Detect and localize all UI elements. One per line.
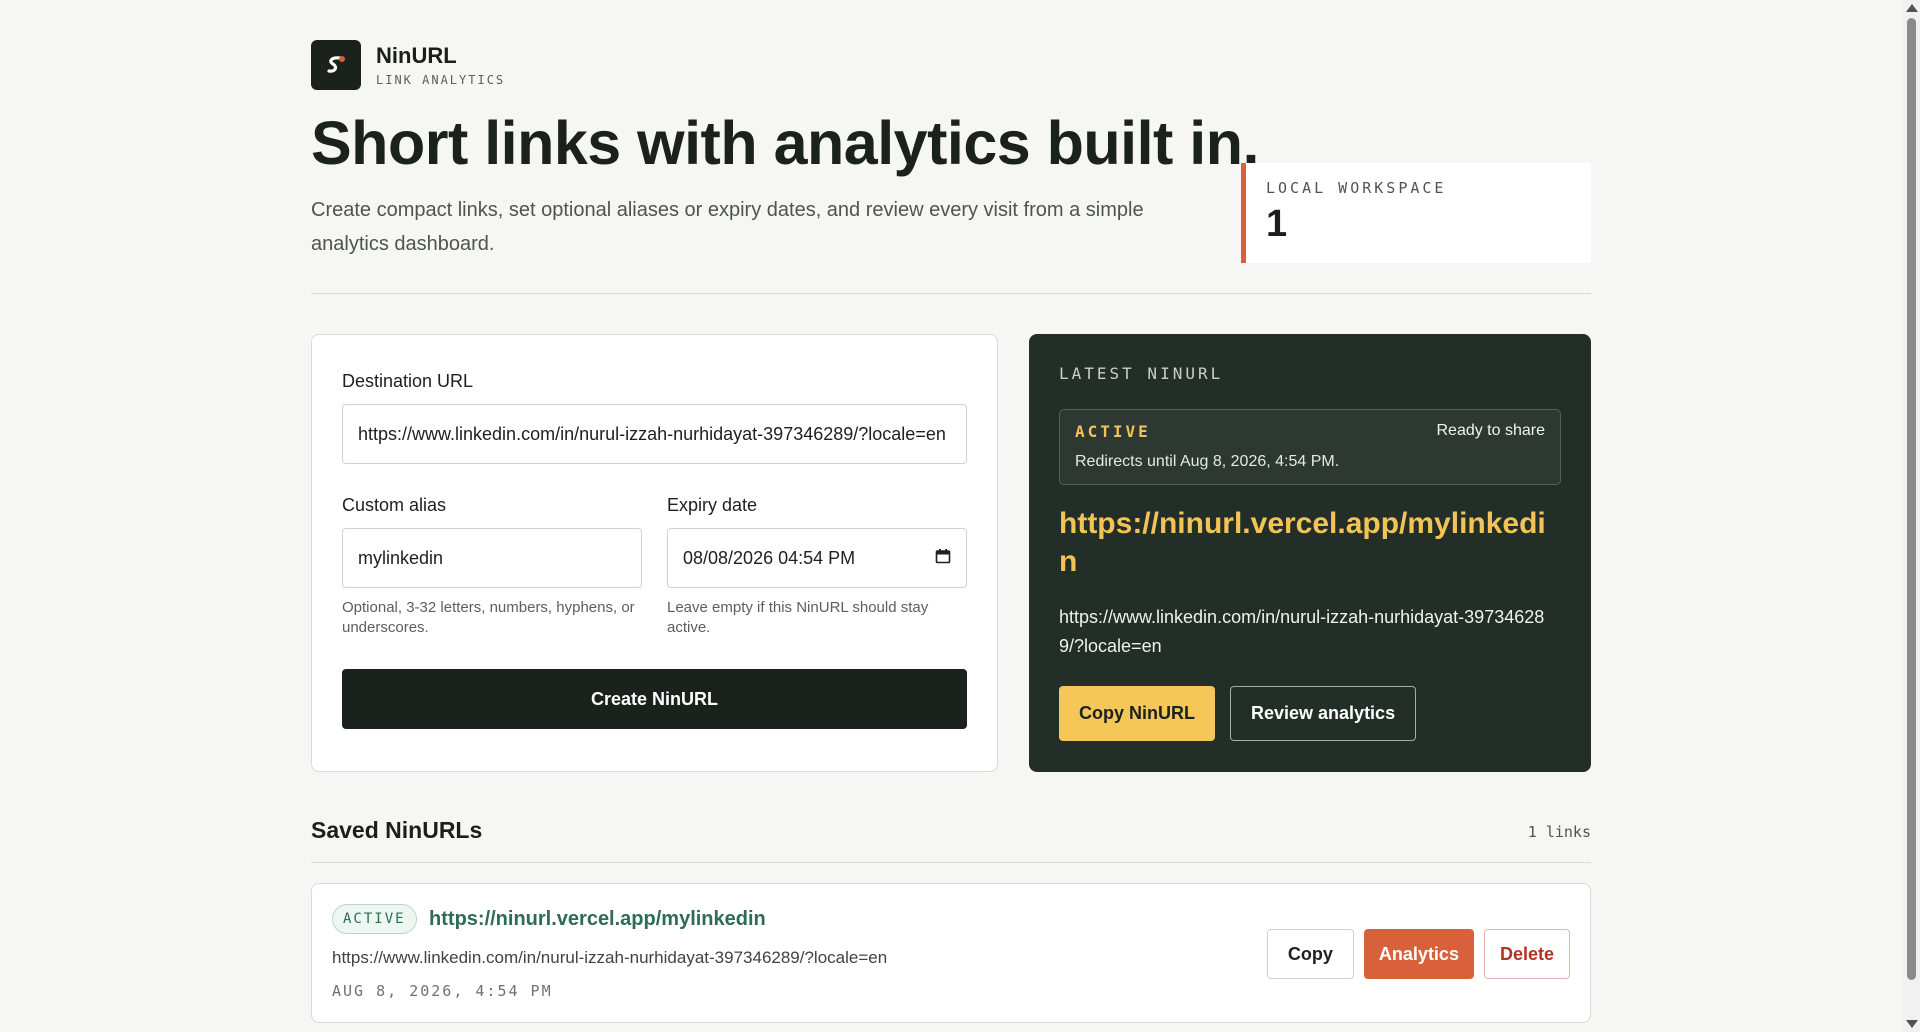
workspace-label: LOCAL WORKSPACE bbox=[1266, 179, 1447, 197]
create-ninurl-button[interactable]: Create NinURL bbox=[342, 669, 967, 729]
destination-label: Destination URL bbox=[342, 371, 474, 391]
analytics-button[interactable]: Analytics bbox=[1363, 929, 1474, 979]
latest-long-url: https://www.linkedin.com/in/nurul-izzah-… bbox=[1059, 607, 1545, 656]
brand-subtitle: LINK ANALYTICS bbox=[376, 73, 506, 88]
redirect-until-text: Redirects until Aug 8, 2026, 4:54 PM. bbox=[1075, 453, 1340, 470]
ready-text: Ready to share bbox=[1436, 422, 1545, 439]
link-logo-icon bbox=[311, 40, 361, 90]
latest-short-url[interactable]: https://ninurl.vercel.app/mylinkedin bbox=[1059, 505, 1561, 581]
calendar-icon[interactable] bbox=[935, 548, 951, 569]
copy-button[interactable]: Copy bbox=[1266, 929, 1354, 979]
page-title: Short links with analytics built in. bbox=[311, 109, 1259, 177]
alias-label: Custom alias bbox=[342, 495, 447, 515]
review-analytics-button[interactable]: Review analytics bbox=[1230, 686, 1417, 741]
expiry-date-value: 08/08/2026 04:54 PM bbox=[683, 547, 856, 568]
expiry-date-input[interactable]: 08/08/2026 04:54 PM bbox=[667, 528, 967, 588]
delete-button[interactable]: Delete bbox=[1483, 929, 1570, 979]
expiry-label: Expiry date bbox=[667, 495, 758, 515]
latest-ninurl-panel: LATEST NINURL ACTIVE Ready to share Redi… bbox=[1029, 334, 1591, 772]
saved-title: Saved NinURLs bbox=[311, 817, 483, 843]
saved-count: 1 links bbox=[1527, 823, 1591, 841]
status-box: ACTIVE Ready to share Redirects until Au… bbox=[1059, 409, 1561, 485]
workspace-value: 1 bbox=[1266, 203, 1288, 245]
workspace-card: LOCAL WORKSPACE 1 bbox=[1241, 163, 1591, 263]
header-divider bbox=[311, 293, 1591, 294]
copy-ninurl-button[interactable]: Copy NinURL bbox=[1059, 686, 1215, 741]
status-badge: ACTIVE bbox=[332, 904, 417, 934]
saved-divider bbox=[311, 862, 1591, 863]
saved-short-url[interactable]: https://ninurl.vercel.app/mylinkedin bbox=[429, 908, 766, 931]
vertical-scrollbar[interactable] bbox=[1903, 0, 1920, 1032]
latest-label: LATEST NINURL bbox=[1059, 364, 1224, 383]
destination-url-input[interactable]: https://www.linkedin.com/in/nurul-izzah-… bbox=[342, 404, 967, 464]
custom-alias-input[interactable]: mylinkedin bbox=[342, 528, 642, 588]
brand[interactable]: NinURL LINK ANALYTICS bbox=[311, 40, 505, 90]
expiry-hint: Leave empty if this NinURL should stay a… bbox=[667, 599, 929, 636]
scroll-down-arrow-icon[interactable] bbox=[1906, 1020, 1918, 1028]
saved-date: AUG 8, 2026, 4:54 PM bbox=[332, 982, 553, 1000]
scroll-thumb[interactable] bbox=[1907, 18, 1916, 980]
scroll-up-arrow-icon[interactable] bbox=[1906, 4, 1918, 12]
alias-hint: Optional, 3-32 letters, numbers, hyphens… bbox=[342, 599, 635, 636]
list-item: ACTIVE https://ninurl.vercel.app/mylinke… bbox=[311, 883, 1591, 1023]
page-lede: Create compact links, set optional alias… bbox=[311, 199, 1144, 255]
create-form-card: Destination URL https://www.linkedin.com… bbox=[311, 334, 998, 772]
brand-name: NinURL bbox=[376, 42, 457, 68]
